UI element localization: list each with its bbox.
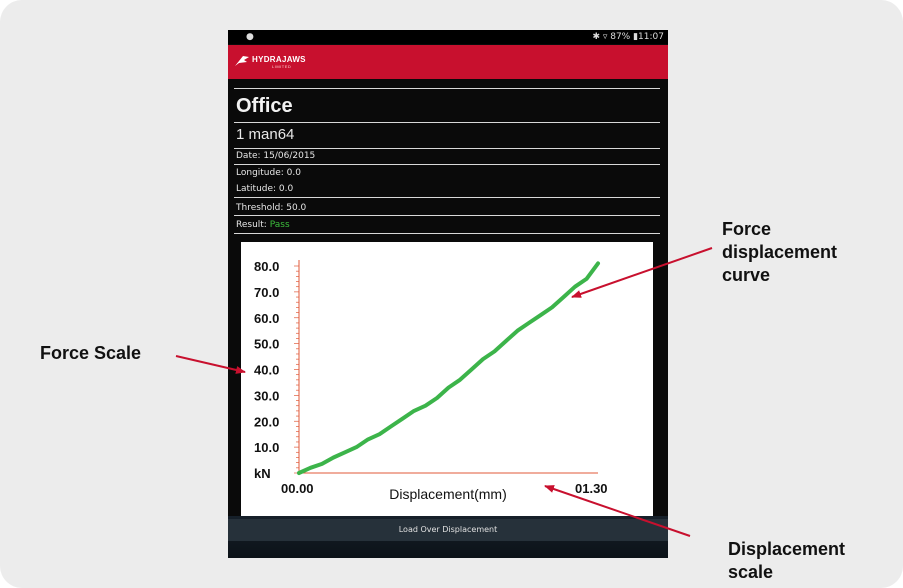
threshold-label: Threshold: 50.0 — [236, 203, 307, 213]
force-displacement-chart: 80.0 70.0 60.0 50.0 40.0 30.0 20.0 10.0 kN 00.00 0… — [254, 259, 608, 502]
y-tick-label: 50.0 — [254, 337, 279, 352]
divider — [234, 215, 660, 216]
curve-callout-line: curve — [722, 265, 771, 285]
displacement-callout-line: scale — [728, 562, 774, 582]
data-point — [435, 396, 439, 400]
status-bar: ● ✱ ▿ 87% ▮11:07 — [228, 30, 668, 44]
data-point — [400, 417, 405, 421]
y-tick-label: 60.0 — [254, 311, 279, 326]
notification-icon: ● — [246, 32, 254, 42]
data-point — [308, 466, 313, 470]
site-title: Office — [236, 95, 293, 117]
y-tick-label: 70.0 — [254, 285, 279, 300]
x-tick-label: 00.00 — [281, 481, 314, 496]
result-label: Result: Pass — [236, 220, 290, 230]
result-value: Pass — [269, 220, 290, 230]
data-point — [331, 455, 336, 460]
status-indicators: ✱ ▿ 87% ▮11:07 — [592, 32, 664, 42]
brand-bar: HYDRAJAWS LIMITED — [228, 45, 668, 79]
x-axis-title: Displacement(mm) — [389, 486, 506, 502]
data-point — [343, 450, 347, 454]
divider — [234, 197, 660, 198]
data-point — [446, 386, 451, 390]
force-displacement-line — [297, 261, 600, 475]
x-tick-label: 01.30 — [575, 481, 608, 496]
divider — [234, 122, 660, 123]
phone-screen: ● ✱ ▿ 87% ▮11:07 HYDRAJAWS LIMITED Offic… — [228, 30, 668, 558]
curve-callout-line: Force — [722, 219, 772, 239]
load-over-displacement-button[interactable]: Load Over Displacement — [228, 519, 668, 541]
data-point — [527, 321, 531, 325]
y-tick-label: 40.0 — [254, 363, 279, 378]
data-point — [423, 404, 428, 408]
brand-name: HYDRAJAWS — [252, 55, 306, 64]
divider — [234, 88, 660, 89]
data-point — [377, 432, 382, 436]
data-point — [469, 367, 474, 372]
data-point — [596, 261, 600, 265]
y-tick-label: 30.0 — [254, 388, 279, 403]
curve-callout-line: displacement — [722, 242, 838, 262]
y-tick-label: 20.0 — [254, 414, 279, 429]
chart-area: 80.0 70.0 60.0 50.0 40.0 30.0 20.0 10.0 kN 00.00 0… — [241, 242, 653, 516]
divider — [234, 233, 660, 234]
longitude-label: Longitude: 0.0 — [236, 168, 301, 178]
data-point — [412, 409, 416, 413]
data-point — [297, 471, 301, 475]
data-point — [573, 285, 577, 289]
data-point — [515, 329, 520, 333]
divider — [234, 148, 660, 149]
displacement-callout-line: Displacement — [728, 539, 846, 559]
data-point — [492, 349, 497, 353]
y-tick-label: kN — [254, 466, 271, 481]
date-label: Date: 15/06/2015 — [236, 151, 316, 161]
data-point — [320, 462, 324, 466]
latitude-label: Latitude: 0.0 — [236, 184, 294, 194]
data-point — [504, 339, 508, 343]
y-tick-label: 10.0 — [254, 440, 279, 455]
result-prefix: Result: — [236, 220, 267, 230]
data-point — [584, 277, 589, 281]
hydrajaws-logo-icon — [235, 56, 249, 66]
divider — [234, 164, 660, 165]
record-name: 1 man64 — [236, 126, 295, 143]
data-point — [538, 313, 543, 317]
y-tick-label: 80.0 — [254, 259, 279, 274]
data-point — [354, 445, 359, 449]
data-point — [366, 437, 370, 441]
brand-subtitle: LIMITED — [272, 64, 292, 69]
data-point — [389, 424, 393, 428]
displacement-scale-callout: Displacement scale — [728, 538, 845, 584]
data-point — [550, 305, 554, 309]
data-point — [481, 357, 485, 361]
curve-callout: Force displacement curve — [722, 218, 837, 287]
force-scale-callout: Force Scale — [40, 343, 142, 363]
data-point — [561, 295, 566, 299]
data-point — [458, 378, 462, 382]
